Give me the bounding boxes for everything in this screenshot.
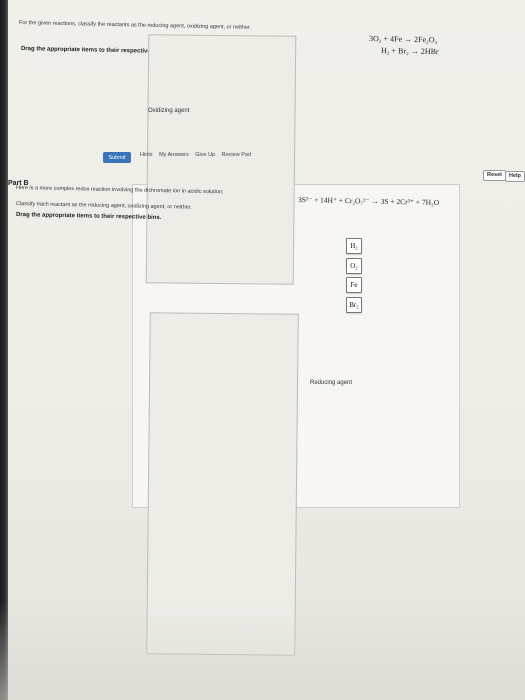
tile-fe[interactable]: Fe: [346, 277, 362, 293]
submit-button[interactable]: Submit: [103, 152, 131, 163]
review-part-link[interactable]: Review Part: [222, 152, 252, 158]
tile-h2[interactable]: H₂: [346, 238, 362, 254]
reducing-agent-label: Reducing agent: [310, 380, 353, 386]
oxidizing-agent-dropzone[interactable]: [145, 34, 297, 285]
reset-button[interactable]: Reset: [483, 170, 506, 181]
give-up-link[interactable]: Give Up: [195, 152, 215, 158]
screen-shadow: [0, 600, 525, 700]
equation-2: H₂ + Br₂ → 2HBr: [380, 46, 439, 57]
my-answers-link[interactable]: My Answers: [159, 152, 189, 158]
hints-link[interactable]: Hints: [140, 152, 153, 158]
answer-links: Hints My Answers Give Up Review Part: [140, 152, 256, 158]
help-button[interactable]: Help: [505, 171, 525, 182]
part-a-instruction: For the given reactions, classify the re…: [18, 20, 252, 31]
screen-bezel: [0, 0, 8, 700]
tile-o2[interactable]: O₂: [346, 258, 362, 274]
tile-br2[interactable]: Br₂: [346, 297, 362, 313]
part-a-drag-instruction: Drag the appropriate items to their resp…: [20, 46, 167, 56]
equation-1: 3O₂ + 4Fe → 2Fe₂O₃: [368, 34, 438, 45]
oxidizing-agent-label: Oxidizing agent: [148, 108, 190, 114]
